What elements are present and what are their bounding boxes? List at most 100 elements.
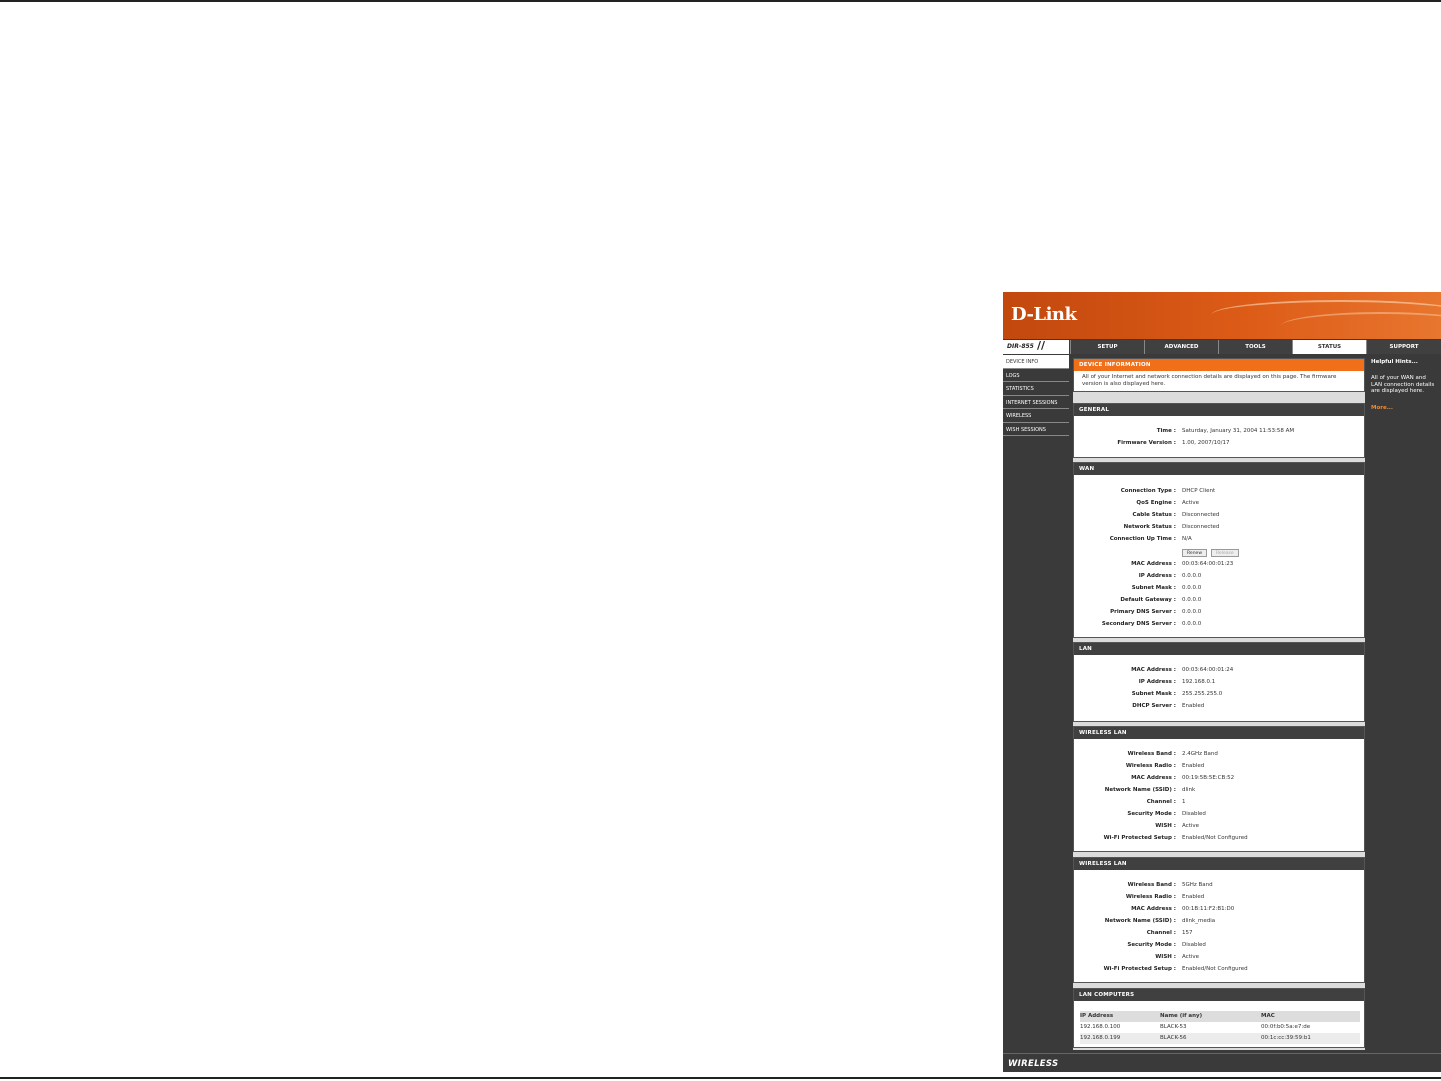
info-row: Wi-Fi Protected Setup : Enabled/Not Confi… <box>1074 966 1366 978</box>
row-label: Time : <box>1156 428 1176 434</box>
row-value: 00:1B:11:F2:B1:D0 <box>1182 906 1235 912</box>
row-label: QoS Engine : <box>1136 500 1176 506</box>
info-row: QoS Engine : Active <box>1074 500 1366 512</box>
row-value: 192.168.0.1 <box>1182 679 1216 685</box>
table-cell: 00:0f:b0:5a:e7:de <box>1261 1024 1311 1030</box>
page-top-rule <box>0 0 1441 2</box>
renew-button[interactable]: Renew <box>1182 549 1207 557</box>
device-info-description: All of your Internet and network connect… <box>1082 374 1337 387</box>
lan-computers-panel: LAN COMPUTERS IP Address Name (if any) MAC… <box>1073 988 1365 1048</box>
dlink-logo: D-Link <box>1011 304 1077 325</box>
footer-bar: WIRELESS <box>1003 1053 1441 1072</box>
info-row: Wireless Band : 5GHz Band <box>1074 882 1366 894</box>
top-nav: DIR-855 // SETUP ADVANCED TOOLS STATUS SUPPO… <box>1003 340 1441 354</box>
row-value: 0.0.0.0 <box>1182 609 1202 615</box>
hints-title: Helpful Hints... <box>1371 359 1418 365</box>
info-row: Connection Type : DHCP Client <box>1074 488 1366 500</box>
row-label: Wireless Band : <box>1127 882 1176 888</box>
info-row: Network Name (SSID) : dlink <box>1074 787 1366 799</box>
row-label: Network Status : <box>1123 524 1176 530</box>
lan-panel: LAN MAC Address : 00:03:64:00:01:24 IP Add… <box>1073 642 1365 722</box>
row-value: N/A <box>1182 536 1192 542</box>
row-value: 5GHz Band <box>1182 882 1213 888</box>
row-value: Disabled <box>1182 942 1206 948</box>
panel-title: GENERAL <box>1074 404 1364 416</box>
release-button[interactable]: Release <box>1211 549 1239 557</box>
info-row: DHCP Server : Enabled <box>1074 703 1366 715</box>
row-value: 2.4GHz Band <box>1182 751 1218 757</box>
row-label: Wi-Fi Protected Setup : <box>1103 966 1176 972</box>
panel-title: WIRELESS LAN <box>1074 727 1364 739</box>
info-row: Security Mode : Disabled <box>1074 811 1366 823</box>
info-row: Time : Saturday, January 31, 2004 11:53:5… <box>1074 428 1366 440</box>
column-header: IP Address <box>1080 1013 1114 1019</box>
row-value: 0.0.0.0 <box>1182 573 1202 579</box>
row-label: Firmware Version : <box>1117 440 1176 446</box>
row-label: Wireless Band : <box>1127 751 1176 757</box>
row-value: Disconnected <box>1182 512 1220 518</box>
table-row: 192.168.0.100 BLACK-53 00:0f:b0:5a:e7:de <box>1080 1022 1360 1033</box>
row-label: IP Address : <box>1138 573 1176 579</box>
row-value: Enabled <box>1182 703 1205 709</box>
router-status-screenshot: D-Link DIR-855 // SETUP ADVANCED TOOLS STAT… <box>1003 292 1441 1072</box>
info-row: Primary DNS Server : 0.0.0.0 <box>1074 609 1366 621</box>
footer-wireless-label: WIRELESS <box>1008 1059 1059 1069</box>
row-label: Connection Up Time : <box>1109 536 1176 542</box>
table-cell: 192.168.0.199 <box>1080 1035 1121 1041</box>
row-label: Security Mode : <box>1127 942 1176 948</box>
table-header-row: IP Address Name (if any) MAC <box>1080 1011 1360 1022</box>
tab-advanced[interactable]: ADVANCED <box>1144 340 1218 354</box>
row-value: Active <box>1182 954 1200 960</box>
row-label: Subnet Mask : <box>1131 691 1176 697</box>
info-row: Subnet Mask : 255.255.255.0 <box>1074 691 1366 703</box>
panel-title: LAN <box>1074 643 1364 655</box>
wan-panel: WAN Connection Type : DHCP Client QoS Engi… <box>1073 462 1365 638</box>
row-label: DHCP Server : <box>1132 703 1176 709</box>
sidebar-item-wish-sessions[interactable]: WISH SESSIONS <box>1003 422 1069 436</box>
tab-setup[interactable]: SETUP <box>1070 340 1144 354</box>
row-value: 1.00, 2007/10/17 <box>1182 440 1230 446</box>
row-value: Active <box>1182 823 1200 829</box>
table-cell: BLACK-53 <box>1160 1024 1187 1030</box>
row-label: Channel : <box>1146 799 1176 805</box>
row-value: 0.0.0.0 <box>1182 585 1202 591</box>
row-value: dlink <box>1182 787 1196 793</box>
row-value: Saturday, January 31, 2004 11:53:58 AM <box>1182 428 1295 434</box>
tab-tools[interactable]: TOOLS <box>1218 340 1292 354</box>
row-label: Subnet Mask : <box>1131 585 1176 591</box>
wireless-lan-5ghz-panel: WIRELESS LAN Wireless Band :5GHz Band Wir… <box>1073 857 1365 983</box>
column-header: Name (if any) <box>1160 1013 1203 1019</box>
wireless-lan-24ghz-panel: WIRELESS LAN Wireless Band :2.4GHz Band W… <box>1073 726 1365 852</box>
sidebar-item-wireless[interactable]: WIRELESS <box>1003 409 1069 423</box>
row-value: 0.0.0.0 <box>1182 621 1202 627</box>
info-row: MAC Address : 00:19:5B:5E:CB:52 <box>1074 775 1366 787</box>
hints-more-link[interactable]: More... <box>1371 405 1438 411</box>
row-label: MAC Address : <box>1131 561 1176 567</box>
info-row: WISH : Active <box>1074 823 1366 835</box>
row-value: 1 <box>1182 799 1186 805</box>
info-row: Default Gateway : 0.0.0.0 <box>1074 597 1366 609</box>
row-value: dlink_media <box>1182 918 1216 924</box>
row-label: WISH : <box>1155 954 1176 960</box>
row-label: MAC Address : <box>1131 906 1176 912</box>
row-value: 00:19:5B:5E:CB:52 <box>1182 775 1235 781</box>
sidebar-item-logs[interactable]: LOGS <box>1003 368 1069 382</box>
sidebar-item-device-info[interactable]: DEVICE INFO <box>1003 355 1069 369</box>
header-banner: D-Link <box>1003 292 1441 339</box>
sidebar-item-statistics[interactable]: STATISTICS <box>1003 382 1069 396</box>
row-value: 00:03:64:00:01:23 <box>1182 561 1234 567</box>
tab-support[interactable]: SUPPORT <box>1366 340 1441 354</box>
row-label: Connection Type : <box>1120 488 1176 494</box>
info-row: Wireless Band : 2.4GHz Band <box>1074 751 1366 763</box>
row-value: Disconnected <box>1182 524 1220 530</box>
sidebar-item-internet-sessions[interactable]: INTERNET SESSIONS <box>1003 395 1069 409</box>
info-row: Network Name (SSID) : dlink_media <box>1074 918 1366 930</box>
info-row: Wi-Fi Protected Setup : Enabled/Not Confi… <box>1074 835 1366 847</box>
row-value: Active <box>1182 500 1200 506</box>
row-value: Enabled/Not Configured <box>1182 835 1248 841</box>
info-row: Wireless Radio : Enabled <box>1074 763 1366 775</box>
info-row: Channel : 157 <box>1074 930 1366 942</box>
helpful-hints-panel: Helpful Hints... All of your WAN and LAN… <box>1368 355 1441 1047</box>
tab-status[interactable]: STATUS <box>1292 340 1366 354</box>
table-row: 192.168.0.199 BLACK-56 00:1c:cc:39:59:b1 <box>1080 1033 1360 1044</box>
